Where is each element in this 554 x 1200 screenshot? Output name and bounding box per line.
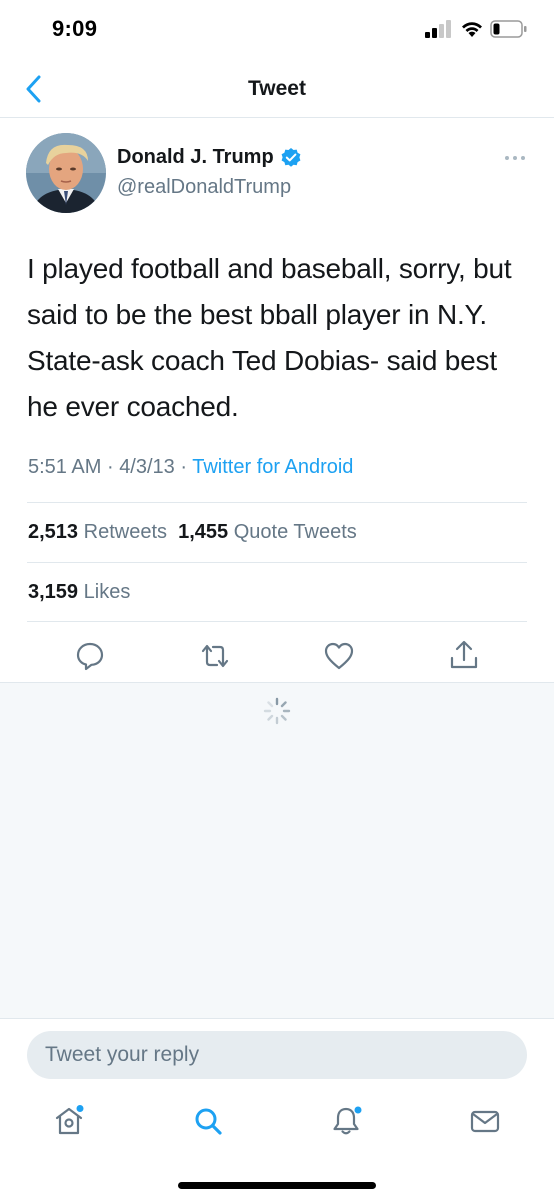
author-name-text: Donald J. Trump xyxy=(117,146,274,168)
share-icon[interactable] xyxy=(448,639,480,671)
wifi-icon xyxy=(462,22,482,37)
likes-count: 3,159 xyxy=(28,581,79,603)
page-title: Tweet xyxy=(248,77,306,100)
likes-label: Likes xyxy=(83,581,131,603)
avatar[interactable] xyxy=(26,133,106,213)
divider xyxy=(27,502,527,503)
retweets-label: Retweets xyxy=(83,521,167,543)
meta-separator: · xyxy=(180,456,188,478)
verified-badge-icon xyxy=(281,147,301,167)
author-name[interactable]: Donald J. Trump xyxy=(117,146,302,169)
reply-input[interactable]: Tweet your reply xyxy=(27,1031,527,1079)
tweet-actions xyxy=(0,622,554,682)
meta-separator: · xyxy=(106,456,114,478)
reply-placeholder: Tweet your reply xyxy=(45,1043,200,1066)
quotes-count: 1,455 xyxy=(178,521,229,543)
tweet-detail: Donald J. Trump @realDonaldTrump I playe… xyxy=(0,118,554,682)
quote-tweets-stat[interactable]: 1,455 Quote Tweets xyxy=(178,521,357,543)
retweets-count: 2,513 xyxy=(28,521,79,543)
home-icon[interactable] xyxy=(52,1104,86,1138)
notifications-icon[interactable] xyxy=(329,1104,363,1138)
tweet-metadata: 5:51 AM · 4/3/13 · Twitter for Android xyxy=(28,456,353,479)
tab-bar xyxy=(0,1098,554,1200)
replies-area xyxy=(0,682,554,1018)
home-indicator[interactable] xyxy=(178,1182,376,1189)
retweets-stat[interactable]: 2,513 Retweets xyxy=(28,521,167,543)
loading-spinner-icon xyxy=(263,697,291,725)
reply-icon[interactable] xyxy=(74,640,106,672)
screen: 9:09 Tweet Donald J. Trump @realDonaldTr… xyxy=(0,0,554,1200)
retweet-stats: 2,513 Retweets 1,455 Quote Tweets xyxy=(28,521,357,544)
retweet-icon[interactable] xyxy=(199,640,231,672)
quotes-label: Quote Tweets xyxy=(233,521,357,543)
search-icon[interactable] xyxy=(191,1104,225,1138)
messages-icon[interactable] xyxy=(468,1104,502,1138)
nav-header: Tweet xyxy=(0,60,554,118)
tweet-text: I played football and baseball, sorry, b… xyxy=(27,253,512,422)
status-time: 9:09 xyxy=(52,16,98,41)
like-heart-icon[interactable] xyxy=(323,640,355,672)
more-options-icon[interactable] xyxy=(500,148,530,168)
tweet-time: 5:51 AM xyxy=(28,456,102,478)
status-bar: 9:09 xyxy=(0,0,554,60)
cellular-signal-icon xyxy=(425,20,451,38)
reply-bar: Tweet your reply xyxy=(0,1018,554,1098)
likes-stat[interactable]: 3,159 Likes xyxy=(28,581,130,604)
divider xyxy=(27,562,527,563)
author-handle[interactable]: @realDonaldTrump xyxy=(117,176,291,199)
tweet-source-link[interactable]: Twitter for Android xyxy=(192,456,353,478)
tweet-date: 4/3/13 xyxy=(119,456,175,478)
avatar-image xyxy=(26,133,106,213)
battery-icon xyxy=(490,20,527,38)
